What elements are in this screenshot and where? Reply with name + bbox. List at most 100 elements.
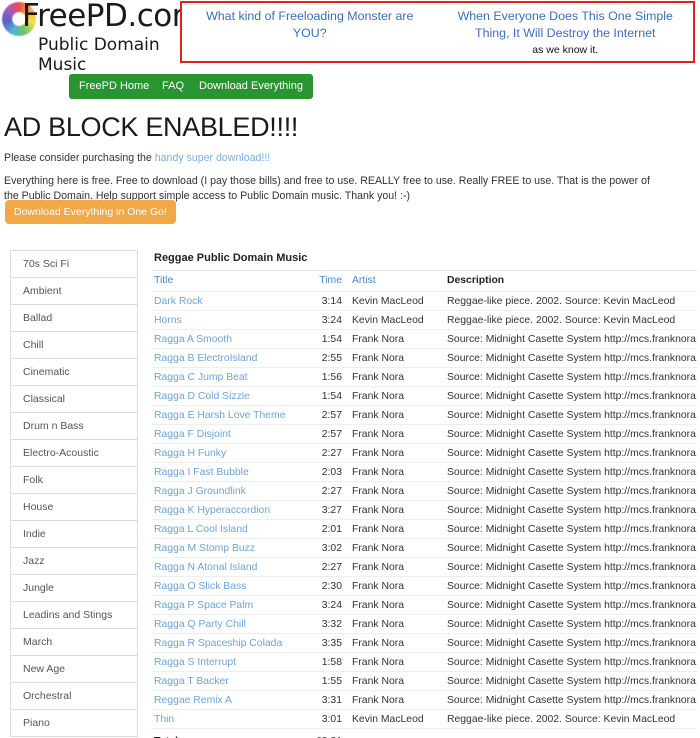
cell-title: Thin xyxy=(152,709,302,729)
cell-artist: Frank Nora xyxy=(350,348,445,368)
cell-time: 2:30 xyxy=(302,576,350,596)
table-row: Ragga Q Party Chill 3:32 Frank Nora Source:… xyxy=(152,614,697,634)
track-title-link[interactable]: Reggae Remix A xyxy=(154,695,232,706)
cell-description: Source: Midnight Casette System http://m… xyxy=(445,405,697,425)
table-row: Ragga B ElectroIsland 2:55 Frank Nora Sourc… xyxy=(152,348,697,368)
track-title-link[interactable]: Ragga Q Party Chill xyxy=(154,619,246,630)
cell-title: Ragga M Stomp Buzz xyxy=(152,538,302,558)
track-title-link[interactable]: Ragga P Space Palm xyxy=(154,600,253,611)
sidebar-item[interactable]: Ballad xyxy=(11,305,137,332)
cell-artist: Frank Nora xyxy=(350,405,445,425)
table-row: Dark Rock 3:14 Kevin MacLeod Reggae-like pi… xyxy=(152,291,697,311)
cell-title: Ragga T Backer xyxy=(152,671,302,691)
table-row: Ragga S Interrupt 1:58 Frank Nora Source: M… xyxy=(152,652,697,672)
cell-time: 2:27 xyxy=(302,481,350,501)
cell-description: Source: Midnight Casette System http://m… xyxy=(445,481,697,501)
cell-artist: Frank Nora xyxy=(350,443,445,463)
track-title-link[interactable]: Ragga F Disjoint xyxy=(154,429,231,440)
cell-time: 3:27 xyxy=(302,500,350,520)
sidebar-item[interactable]: Jungle xyxy=(11,575,137,602)
cell-artist: Frank Nora xyxy=(350,652,445,672)
track-title-link[interactable]: Thin xyxy=(154,714,174,725)
sidebar-item-label: Piano xyxy=(23,717,50,729)
ad-slot-2[interactable]: When Everyone Does This One Simple Thing… xyxy=(438,3,694,61)
track-title-link[interactable]: Ragga J Groundlink xyxy=(154,486,246,497)
track-title-link[interactable]: Ragga O Slick Bass xyxy=(154,581,246,592)
cell-title: Dark Rock xyxy=(152,291,302,311)
track-title-link[interactable]: Ragga L Cool Island xyxy=(154,524,248,535)
cell-time: 2:27 xyxy=(302,557,350,577)
total-value: 62:31 xyxy=(302,729,350,738)
track-title-link[interactable]: Ragga R Spaceship Colada xyxy=(154,638,282,649)
track-listing-panel: Reggae Public Domain Music Title Time Ar… xyxy=(152,248,697,738)
sidebar-item[interactable]: New Age xyxy=(11,656,137,683)
sidebar-item[interactable]: Classical xyxy=(11,386,137,413)
sidebar-item[interactable]: Piano xyxy=(11,710,137,737)
cell-time: 1:54 xyxy=(302,386,350,406)
cell-description: Source: Midnight Casette System http://m… xyxy=(445,367,697,387)
sidebar-item[interactable]: Drum n Bass xyxy=(11,413,137,440)
track-title-link[interactable]: Dark Rock xyxy=(154,296,203,307)
cell-artist: Frank Nora xyxy=(350,424,445,444)
sidebar-item[interactable]: Jazz xyxy=(11,548,137,575)
track-title-link[interactable]: Ragga H Funky xyxy=(154,448,226,459)
track-title-link[interactable]: Ragga D Cold Sizzle xyxy=(154,391,250,402)
nav-download-everything-button[interactable]: Download Everything xyxy=(189,74,313,99)
cell-artist: Frank Nora xyxy=(350,633,445,653)
cell-description: Source: Midnight Casette System http://m… xyxy=(445,386,697,406)
cell-artist: Frank Nora xyxy=(350,614,445,634)
sidebar-item-label: New Age xyxy=(23,663,66,675)
track-title-link[interactable]: Ragga B ElectroIsland xyxy=(154,353,257,364)
track-title-link[interactable]: Ragga E Harsh Love Theme xyxy=(154,410,286,421)
track-title-link[interactable]: Ragga M Stomp Buzz xyxy=(154,543,255,554)
ad-slot-1[interactable]: What kind of Freeloading Monster are YOU… xyxy=(182,3,438,61)
cell-time: 1:58 xyxy=(302,652,350,672)
sidebar-item[interactable]: House xyxy=(11,494,137,521)
cell-title: Ragga D Cold Sizzle xyxy=(152,386,302,406)
column-header-description: Description xyxy=(445,271,697,292)
track-title-link[interactable]: Ragga T Backer xyxy=(154,676,229,687)
handy-super-download-link[interactable]: handy super download!!! xyxy=(155,152,270,164)
track-title-link[interactable]: Ragga S Interrupt xyxy=(154,657,236,668)
track-title-link[interactable]: Ragga K Hyperaccordion xyxy=(154,505,270,516)
brand-block[interactable]: FreePD.com Public Domain Music xyxy=(0,0,202,75)
sidebar-item[interactable]: Chill xyxy=(11,332,137,359)
sidebar-item[interactable]: Leadins and Stings xyxy=(11,602,137,629)
nav-faq-button[interactable]: FAQ xyxy=(152,74,195,99)
sidebar-item-label: March xyxy=(23,636,53,648)
cell-artist: Frank Nora xyxy=(350,500,445,520)
sidebar-item-label: Jazz xyxy=(23,555,45,567)
sidebar-item[interactable]: March xyxy=(11,629,137,656)
track-title-link[interactable]: Ragga N Atonal Island xyxy=(154,562,257,573)
cell-artist: Frank Nora xyxy=(350,481,445,501)
genre-sidebar: 70s Sci Fi Ambient Ballad Chill Cinematic Cla… xyxy=(10,250,138,737)
sidebar-item[interactable]: Orchestral xyxy=(11,683,137,710)
cell-time: 2:03 xyxy=(302,462,350,482)
adblock-heading: AD BLOCK ENABLED!!!! xyxy=(4,112,299,142)
total-spacer-desc xyxy=(445,729,697,738)
track-title-link[interactable]: Ragga I Fast Bubble xyxy=(154,467,249,478)
cell-artist: Frank Nora xyxy=(350,367,445,387)
sidebar-item[interactable]: Ambient xyxy=(11,278,137,305)
column-header-time[interactable]: Time xyxy=(302,271,350,292)
download-everything-one-go-button[interactable]: Download Everything in One Go! xyxy=(5,200,176,224)
track-title-link[interactable]: Ragga A Smooth xyxy=(154,334,232,345)
cell-artist: Frank Nora xyxy=(350,329,445,349)
total-spacer-artist xyxy=(350,729,445,738)
sidebar-item[interactable]: Cinematic xyxy=(11,359,137,386)
track-title-link[interactable]: Horns xyxy=(154,315,182,326)
cell-time: 2:55 xyxy=(302,348,350,368)
ad-banner[interactable]: What kind of Freeloading Monster are YOU… xyxy=(180,1,695,63)
nav-freepd-home-button[interactable]: FreePD Home xyxy=(69,74,160,99)
cell-description: Reggae-like piece. 2002. Source: Kevin M… xyxy=(445,310,697,330)
cell-title: Ragga F Disjoint xyxy=(152,424,302,444)
track-title-link[interactable]: Ragga C Jump Beat xyxy=(154,372,248,383)
sidebar-item[interactable]: Folk xyxy=(11,467,137,494)
sidebar-item[interactable]: Indie xyxy=(11,521,137,548)
column-header-artist[interactable]: Artist xyxy=(350,271,445,292)
column-header-title[interactable]: Title xyxy=(152,271,302,292)
cell-description: Source: Midnight Casette System http://m… xyxy=(445,576,697,596)
sidebar-item[interactable]: 70s Sci Fi xyxy=(11,251,137,278)
ad-slot-2-line1: When Everyone Does This One Simple xyxy=(457,9,673,23)
sidebar-item[interactable]: Electro-Acoustic xyxy=(11,440,137,467)
